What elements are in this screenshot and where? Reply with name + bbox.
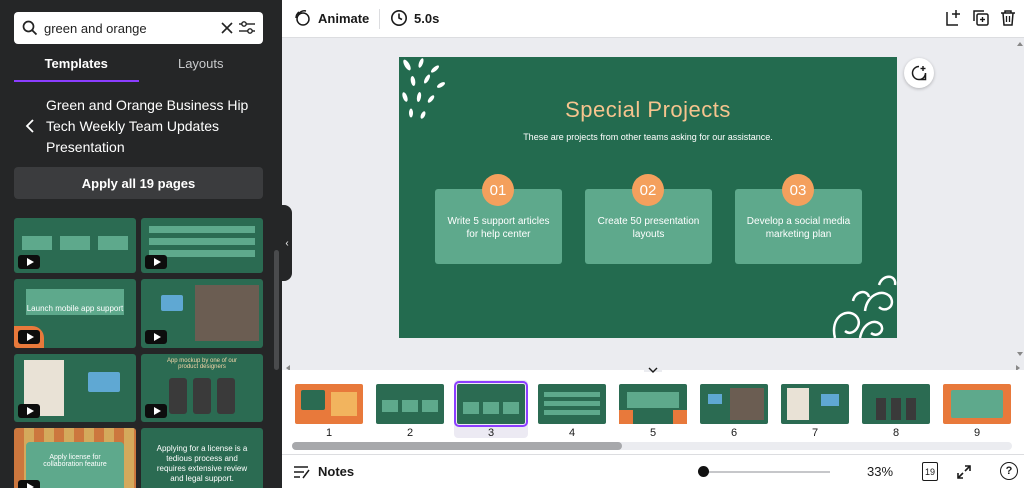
duplicate-page-icon[interactable] <box>972 9 990 27</box>
video-play-icon <box>18 480 40 488</box>
project-number-badge: 03 <box>782 174 814 206</box>
page-thumbnail[interactable] <box>376 384 444 424</box>
page-thumbnail-selected[interactable] <box>454 381 528 427</box>
comment-plus-icon <box>911 65 927 81</box>
zoom-slider-track[interactable] <box>702 471 830 473</box>
animate-label: Animate <box>318 10 370 26</box>
duration-button[interactable]: 5.0s <box>390 9 439 27</box>
top-toolbar: Animate 5.0s <box>282 0 1024 38</box>
canvas-scrollbar[interactable] <box>1016 38 1024 360</box>
zoom-slider-knob[interactable] <box>698 466 709 477</box>
page-number: 6 <box>730 427 738 439</box>
search-icon <box>22 18 38 38</box>
page-number: 5 <box>649 427 657 439</box>
tab-layouts[interactable]: Layouts <box>139 56 264 82</box>
thumb-caption: Applying for a license is a tedious proc… <box>156 444 248 483</box>
page-thumbnail[interactable] <box>862 384 930 424</box>
project-card-text: Develop a social media marketing plan <box>746 216 851 240</box>
panel-scrollbar[interactable] <box>274 250 279 370</box>
zoom-level[interactable]: 33% <box>867 464 893 479</box>
thumb-caption: App mockup by one of our product designe… <box>166 358 238 370</box>
page-number: 3 <box>487 427 495 439</box>
page-number: 8 <box>892 427 900 439</box>
template-page-thumb[interactable] <box>14 218 136 273</box>
template-page-thumb[interactable] <box>14 354 136 422</box>
page-number: 9 <box>973 427 981 439</box>
project-card-text: Create 50 presentation layouts <box>597 216 700 240</box>
add-comment-button[interactable] <box>904 58 934 88</box>
video-play-icon <box>18 330 40 344</box>
animate-icon <box>295 10 310 26</box>
help-button[interactable]: ? <box>1000 462 1018 480</box>
slide-title[interactable]: Special Projects <box>399 97 897 123</box>
tab-templates[interactable]: Templates <box>14 56 139 82</box>
page-number: 7 <box>811 427 819 439</box>
page-thumbnail[interactable] <box>700 384 768 424</box>
help-icon: ? <box>1005 465 1013 477</box>
page-thumbnail[interactable] <box>943 384 1011 424</box>
video-play-icon <box>145 404 167 418</box>
page-count-button[interactable]: 19 <box>922 462 938 481</box>
duration-label: 5.0s <box>414 10 440 26</box>
slide-canvas[interactable]: Special Projects These are projects from… <box>399 57 897 338</box>
filter-icon[interactable] <box>239 18 255 38</box>
page-number: 2 <box>406 427 414 439</box>
editor-root: Templates Layouts Green and Orange Busin… <box>0 0 1024 488</box>
template-page-thumb[interactable]: App mockup by one of our product designe… <box>141 354 263 422</box>
page-thumbnail[interactable] <box>538 384 606 424</box>
page-number: 1 <box>325 427 333 439</box>
collapse-filmstrip-chevron-icon[interactable] <box>644 362 662 373</box>
toolbar-divider <box>379 9 380 29</box>
template-page-thumb[interactable]: Launch mobile app support <box>14 279 136 348</box>
page-thumbnail[interactable] <box>295 384 363 424</box>
page-filmstrip: 1 2 3 4 5 6 7 8 9 <box>282 362 1024 454</box>
template-page-thumb[interactable] <box>141 218 263 273</box>
project-number-badge: 01 <box>482 174 514 206</box>
fullscreen-icon[interactable] <box>956 464 972 480</box>
template-page-thumb[interactable]: Apply license for collaboration feature <box>14 428 136 488</box>
clear-search-icon[interactable] <box>220 18 233 38</box>
add-page-icon[interactable] <box>944 9 962 27</box>
search-input[interactable] <box>44 20 220 36</box>
panel-tabs: Templates Layouts <box>14 56 263 82</box>
thumb-caption: Launch mobile app support <box>26 304 124 313</box>
video-play-icon <box>145 330 167 344</box>
project-number-badge: 02 <box>632 174 664 206</box>
collapse-panel-handle[interactable]: ‹ <box>282 205 292 281</box>
back-chevron-icon[interactable] <box>22 118 38 134</box>
slide-subtitle[interactable]: These are projects from other teams aski… <box>399 132 897 142</box>
page-thumbnail[interactable] <box>619 384 687 424</box>
thumb-caption: Apply license for collaboration feature <box>43 454 107 468</box>
left-panel: Templates Layouts Green and Orange Busin… <box>0 0 282 488</box>
notes-icon <box>294 465 310 478</box>
project-card-text: Write 5 support articles for help center <box>447 216 550 240</box>
page-count: 19 <box>924 466 935 477</box>
bottom-bar: Notes 33% 19 ? <box>282 454 1024 488</box>
delete-page-icon[interactable] <box>999 9 1017 27</box>
clock-icon <box>391 10 407 26</box>
filmstrip-scrollbar[interactable] <box>292 442 1012 450</box>
notes-button[interactable]: Notes <box>294 464 354 479</box>
video-play-icon <box>145 255 167 269</box>
filmstrip-scrollbar-thumb[interactable] <box>292 442 622 450</box>
animate-button[interactable]: Animate <box>294 9 369 27</box>
apply-all-pages-button[interactable]: Apply all 19 pages <box>14 167 263 199</box>
search-box[interactable] <box>14 12 263 44</box>
video-play-icon <box>18 404 40 418</box>
template-pages-grid: Launch mobile app support App mockup by … <box>14 218 263 488</box>
page-number: 4 <box>568 427 576 439</box>
swirl-decoration-bottom-right <box>832 275 897 338</box>
template-page-thumb[interactable] <box>141 279 263 348</box>
video-play-icon <box>18 255 40 269</box>
canvas-area: Special Projects These are projects from… <box>292 38 1024 360</box>
template-page-thumb[interactable]: Applying for a license is a tedious proc… <box>141 428 263 488</box>
template-title: Green and Orange Business Hip Tech Weekl… <box>46 97 249 155</box>
notes-label: Notes <box>318 464 355 479</box>
page-thumbnail[interactable] <box>781 384 849 424</box>
